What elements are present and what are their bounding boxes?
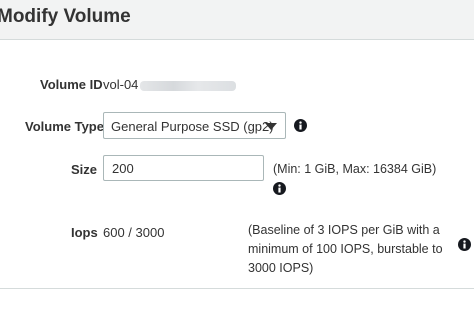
iops-label: Iops <box>71 225 98 240</box>
iops-hint-line: (Baseline of 3 IOPS per GiB with a <box>248 223 440 237</box>
iops-hint-line: 3000 IOPS) <box>248 261 314 275</box>
size-hint: (Min: 1 GiB, Max: 16384 GiB) <box>273 162 437 176</box>
info-icon[interactable] <box>273 182 286 195</box>
size-input[interactable] <box>103 155 264 181</box>
volume-type-label: Volume Type <box>25 119 104 134</box>
iops-hint-line: minimum of 100 IOPS, burstable to <box>248 242 443 256</box>
volume-id-prefix: vol-04 <box>103 77 139 92</box>
info-icon[interactable] <box>294 119 307 132</box>
volume-id-label: Volume ID <box>40 77 103 92</box>
iops-value: 600 / 3000 <box>103 225 165 240</box>
chevron-down-icon <box>265 123 277 130</box>
iops-hint: (Baseline of 3 IOPS per GiB with a minim… <box>248 221 443 278</box>
dialog-header: Modify Volume <box>0 0 474 40</box>
redacted-volume-id <box>140 80 237 91</box>
size-label: Size <box>71 162 98 177</box>
volume-type-select[interactable]: General Purpose SSD (gp2) <box>103 112 286 139</box>
info-icon[interactable] <box>458 238 471 251</box>
footer-divider <box>0 288 474 289</box>
volume-type-selected-value: General Purpose SSD (gp2) <box>111 119 274 134</box>
dialog-title: Modify Volume <box>0 6 131 27</box>
volume-id-value: vol-04 <box>103 77 237 92</box>
